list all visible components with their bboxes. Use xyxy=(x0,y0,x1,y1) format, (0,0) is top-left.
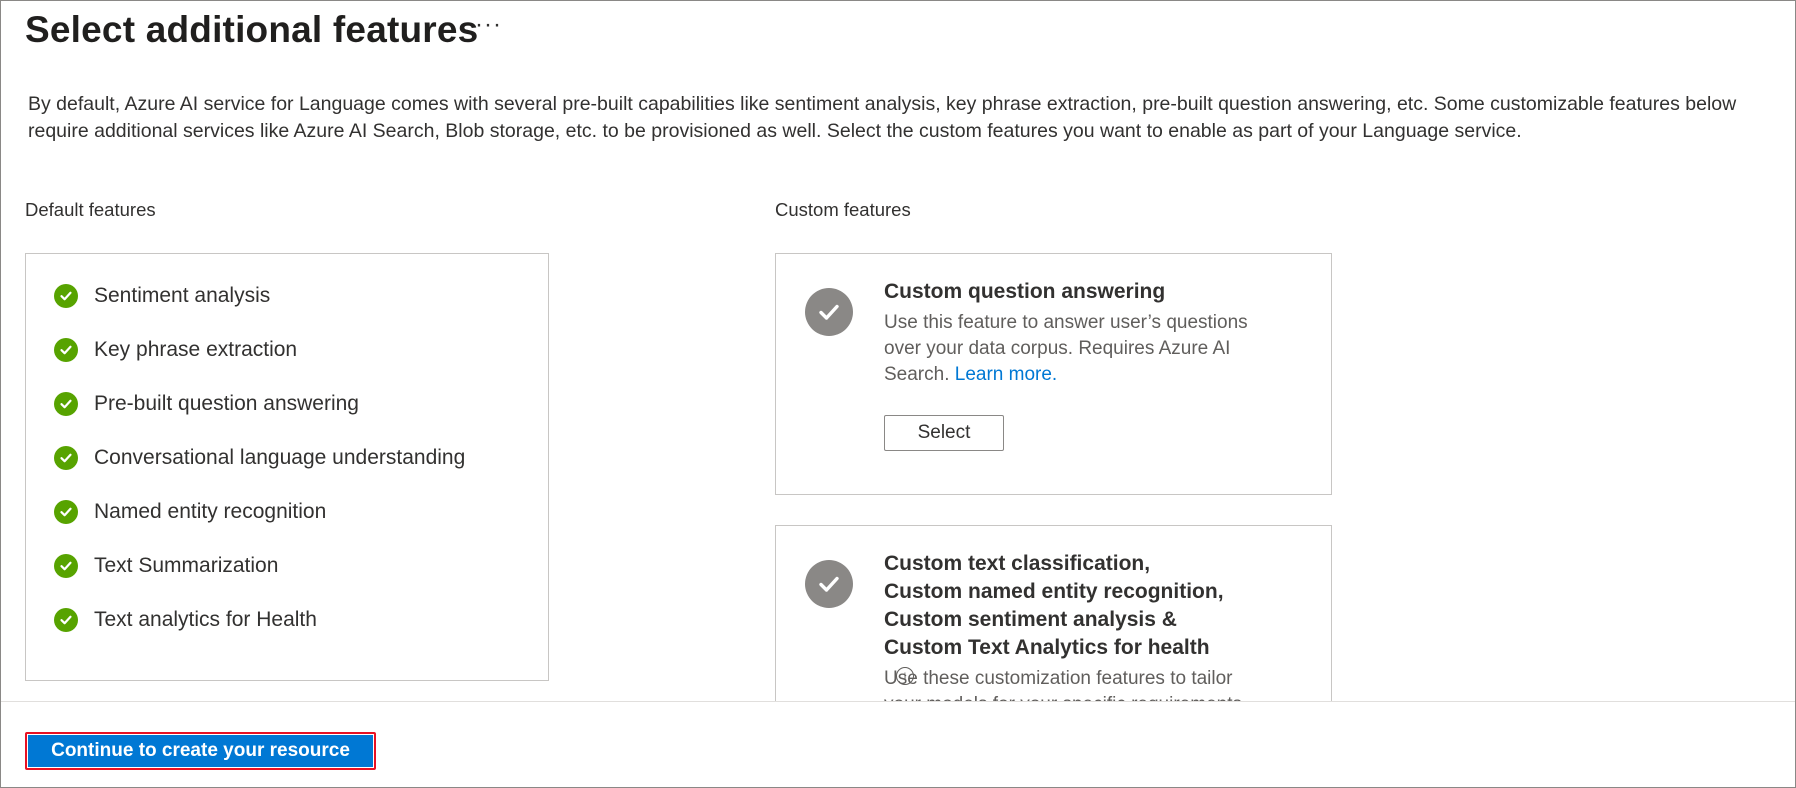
feature-label: Named entity recognition xyxy=(94,500,327,523)
list-item: Named entity recognition xyxy=(54,500,326,524)
feature-label: Text analytics for Health xyxy=(94,608,317,631)
feature-label: Pre-built question answering xyxy=(94,392,359,415)
feature-label: Key phrase extraction xyxy=(94,338,298,361)
custom-features-label: Custom features xyxy=(775,199,911,220)
feature-label: Text Summarization xyxy=(94,554,279,577)
card-description: Use this feature to answer user’s questi… xyxy=(884,310,1264,388)
check-circle-icon xyxy=(54,284,78,308)
list-item: Key phrase extraction xyxy=(54,338,297,362)
list-item: Pre-built question answering xyxy=(54,392,359,416)
more-icon[interactable]: ··· xyxy=(475,11,502,39)
feature-label: Conversational language understanding xyxy=(94,446,466,469)
check-circle-icon xyxy=(54,446,78,470)
learn-more-link[interactable]: Learn more. xyxy=(955,364,1057,385)
check-circle-icon xyxy=(54,500,78,524)
continue-button[interactable]: Continue to create your resource xyxy=(25,732,376,770)
list-item: Text analytics for Health xyxy=(54,608,317,632)
footer-bar: Continue to create your resource xyxy=(1,701,1795,787)
check-circle-icon xyxy=(54,392,78,416)
check-circle-icon xyxy=(54,554,78,578)
feature-label: Sentiment analysis xyxy=(94,284,271,307)
card-title-text: Custom text classification, Custom named… xyxy=(884,552,1224,659)
check-circle-icon xyxy=(54,338,78,362)
list-item: Sentiment analysis xyxy=(54,284,270,308)
page-description: By default, Azure AI service for Languag… xyxy=(28,93,1737,142)
check-circle-icon xyxy=(54,608,78,632)
card-title: Custom question answering xyxy=(884,280,1166,303)
list-item: Text Summarization xyxy=(54,554,278,578)
card-description-text: Use this feature to answer user’s questi… xyxy=(884,312,1248,385)
default-features-list: Sentiment analysis Key phrase extraction… xyxy=(25,253,549,681)
default-features-label: Default features xyxy=(25,199,156,220)
page-title: Select additional features xyxy=(25,9,479,50)
check-circle-icon xyxy=(805,288,853,336)
custom-question-answering-card: Custom question answering Use this featu… xyxy=(775,253,1332,495)
check-circle-icon xyxy=(805,560,853,608)
select-button[interactable]: Select xyxy=(884,415,1004,451)
list-item: Conversational language understanding xyxy=(54,446,465,470)
page-frame: Select additional features ··· By defaul… xyxy=(0,0,1796,788)
